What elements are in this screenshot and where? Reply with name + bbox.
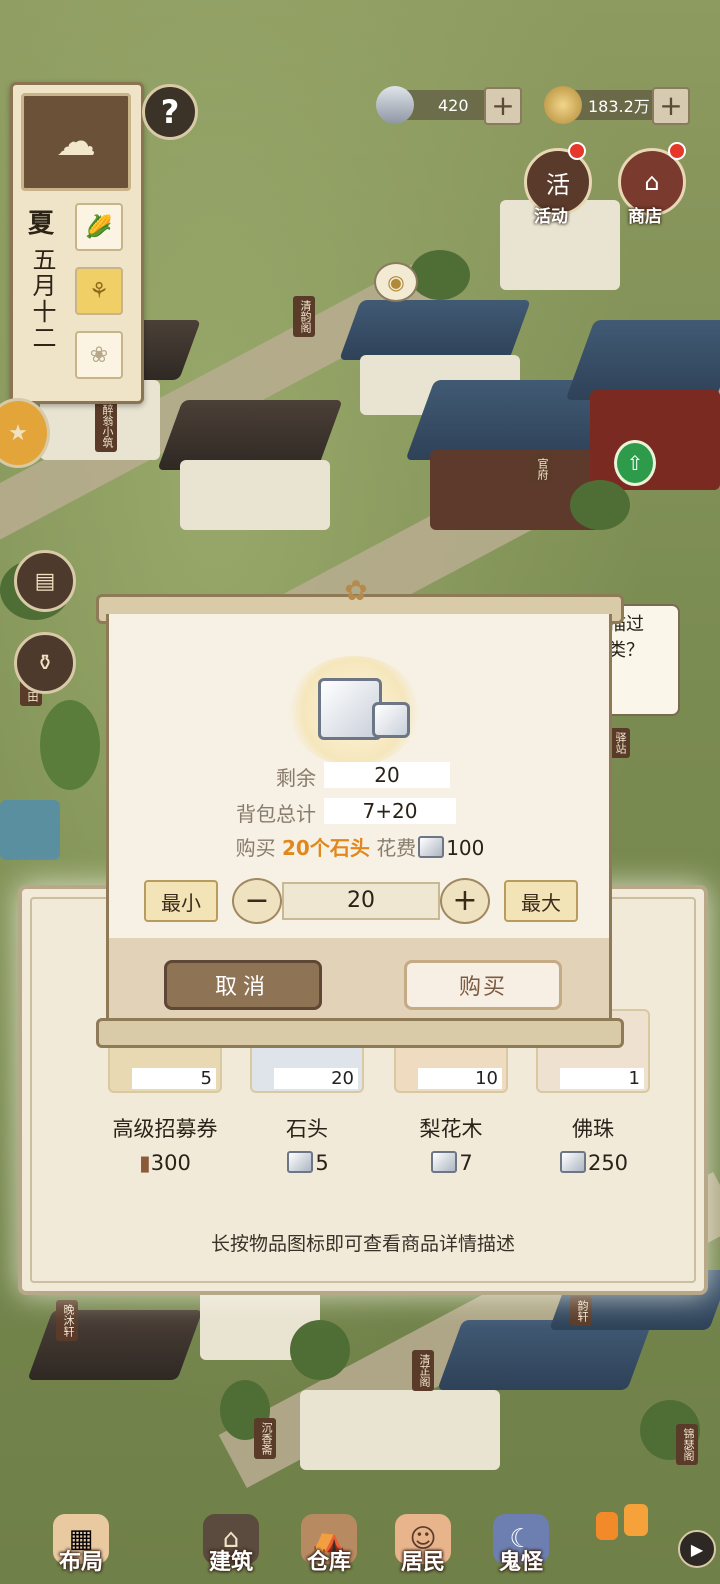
book-icon[interactable]: ▤ — [14, 550, 76, 612]
cloudy-weather-icon[interactable]: ☁ — [21, 93, 131, 191]
nav-warehouse[interactable]: ⛺ 仓库 — [284, 1514, 374, 1576]
seed-icon[interactable]: ❀ — [75, 331, 123, 379]
expand-arrow-icon[interactable]: ▶ — [678, 1530, 716, 1568]
item-name: 石头 — [286, 1117, 328, 1141]
map-sign[interactable]: 清韵阁 — [293, 296, 315, 337]
lantern-icon — [596, 1512, 618, 1540]
nav-ghosts-label: 鬼怪 — [498, 1550, 543, 1575]
purchase-summary: 购买 20个石头 花费 100 — [100, 832, 620, 861]
stone-icon — [431, 1151, 458, 1173]
nav-layout[interactable]: ▦ 布局 — [36, 1514, 126, 1576]
shop-icon: ⌂ — [644, 168, 660, 196]
lanterns — [590, 1504, 680, 1564]
item-price: ▮300 — [139, 1151, 191, 1175]
tree — [570, 480, 630, 530]
add-silver-button[interactable]: + — [484, 87, 522, 125]
house-wall — [180, 460, 330, 530]
stone-icon — [418, 836, 445, 858]
stone-small-icon — [372, 702, 410, 738]
nav-build-label: 建筑 — [208, 1550, 253, 1575]
activity-label: 活动 — [534, 207, 568, 227]
date-label: 五月十二 — [28, 247, 56, 351]
stone-icon — [287, 1151, 314, 1173]
item-name: 梨花木 — [419, 1117, 483, 1141]
sack-icon[interactable]: ⚱ — [14, 632, 76, 694]
activity-scroll-icon: 活 — [546, 170, 570, 199]
add-coins-button[interactable]: + — [652, 87, 690, 125]
pavilion — [590, 390, 720, 490]
remaining-value: 20 — [324, 762, 450, 788]
map-sign[interactable]: 清芷阁 — [412, 1350, 434, 1391]
increase-button[interactable]: + — [440, 878, 490, 924]
buy-prefix: 购买 — [235, 836, 276, 860]
item-qty: 1 — [560, 1068, 644, 1089]
item-qty: 20 — [274, 1068, 358, 1089]
buy-button[interactable]: 购买 — [404, 960, 562, 1010]
season-label: 夏 — [27, 209, 54, 239]
bag-total-value: 7+20 — [324, 798, 456, 824]
map-sign[interactable]: 醉翁小筑 — [95, 400, 117, 452]
pavilion-roof — [565, 320, 720, 400]
item-qty: 5 — [132, 1068, 216, 1089]
nav-warehouse-label: 仓库 — [306, 1550, 351, 1575]
remaining-label: 剩余 — [276, 766, 316, 790]
weather-date-panel: ☁ 夏 五月十二 🌽 ⚘ ❀ — [10, 82, 144, 404]
nav-residents-label: 居民 — [400, 1550, 445, 1575]
dialog-scroll-bottom — [96, 1018, 624, 1048]
silver-bar: 420 + — [376, 86, 522, 125]
item-qty: 10 — [418, 1068, 502, 1089]
map-sign[interactable]: 沉香斋 — [254, 1418, 276, 1459]
coin-value: 183.2万 — [588, 97, 650, 116]
silver-ingot-icon — [376, 86, 414, 124]
notification-dot — [668, 142, 686, 160]
silver-value: 420 — [438, 95, 469, 115]
notification-dot — [568, 142, 586, 160]
map-sign[interactable]: 韵轩 — [570, 1296, 592, 1326]
upgrade-arrow-icon[interactable]: ⇧ — [614, 440, 656, 486]
coin-bar: 183.2万 + — [544, 86, 690, 125]
buy-item-text: 石头 — [329, 836, 370, 860]
house-roof — [437, 1320, 653, 1390]
stone-icon — [559, 1151, 586, 1173]
cost-label: 花费 — [376, 836, 417, 860]
shop-label: 商店 — [628, 207, 662, 227]
rice-field — [40, 700, 100, 790]
map-sign[interactable]: 官府 — [530, 454, 552, 484]
help-button[interactable]: ? — [142, 84, 198, 140]
tree — [410, 250, 470, 300]
cost-value: 100 — [446, 836, 485, 860]
buy-quantity-text: 20个 — [281, 836, 330, 860]
shop-hint: 长按物品图标即可查看商品详情描述 — [210, 1233, 515, 1255]
house-roof — [339, 300, 531, 360]
bag-total-label: 背包总计 — [236, 802, 316, 826]
lantern-icon — [624, 1504, 648, 1536]
quantity-input[interactable]: 20 — [282, 882, 440, 920]
item-price: 7 — [378, 1151, 524, 1175]
max-button[interactable]: 最大 — [504, 880, 578, 922]
wood-log-icon: ▮ — [139, 1151, 151, 1175]
corn-icon[interactable]: 🌽 — [75, 203, 123, 251]
item-name: 高级招募券 — [112, 1117, 218, 1141]
item-price: 5 — [234, 1151, 380, 1175]
decrease-button[interactable]: − — [232, 878, 282, 924]
map-sign[interactable]: 晚沐轩 — [56, 1300, 78, 1341]
item-price: 250 — [520, 1151, 666, 1175]
nav-build[interactable]: ⌂ 建筑 — [186, 1514, 276, 1576]
house-wall — [300, 1390, 500, 1470]
house-roof — [27, 1310, 203, 1380]
nav-residents[interactable]: ☺ 居民 — [378, 1514, 468, 1576]
tree — [290, 1320, 350, 1380]
pond — [0, 800, 60, 860]
cancel-button[interactable]: 取消 — [164, 960, 322, 1010]
nav-layout-label: 布局 — [58, 1550, 103, 1575]
map-sign[interactable]: 锦瑟阁 — [676, 1424, 698, 1465]
coin-icon — [544, 86, 582, 124]
wheat-icon[interactable]: ⚘ — [75, 267, 123, 315]
knot-ornament-icon: ✿ — [344, 574, 368, 607]
nav-ghosts[interactable]: ☾ 鬼怪 — [476, 1514, 566, 1576]
min-button[interactable]: 最小 — [144, 880, 218, 922]
item-name: 佛珠 — [572, 1117, 614, 1141]
coin-bubble-icon[interactable]: ◉ — [374, 262, 418, 302]
